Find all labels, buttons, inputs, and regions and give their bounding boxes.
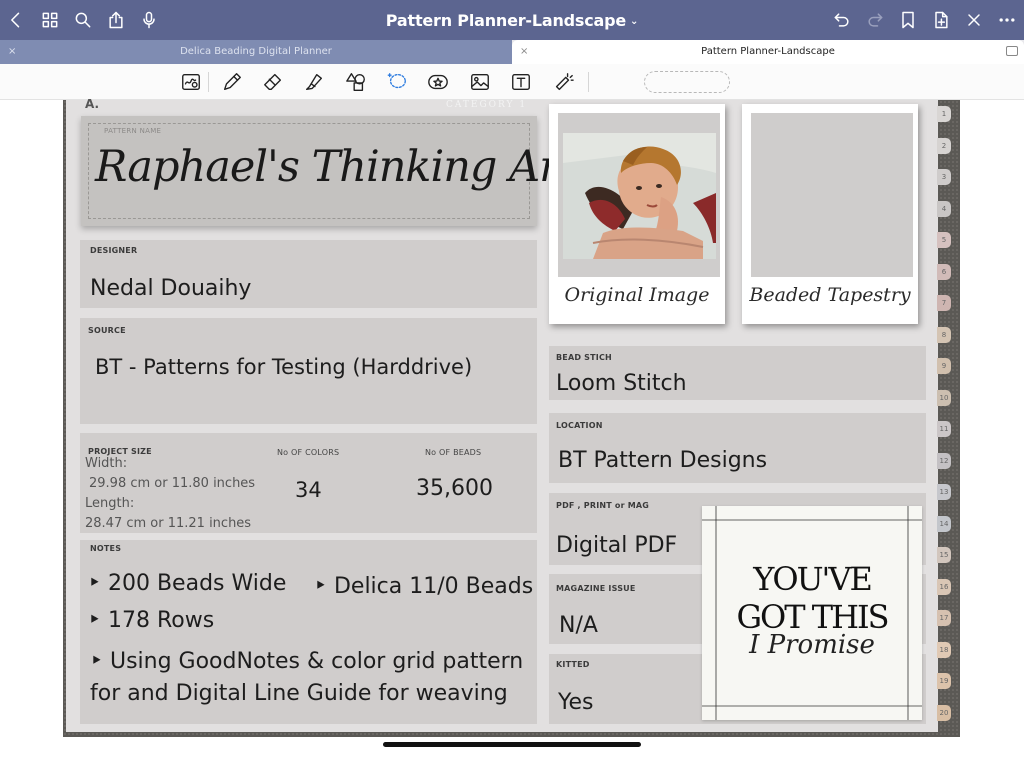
beads-value: 35,600: [416, 476, 493, 501]
bead-stitch-value: Loom Stitch: [556, 371, 687, 396]
tab-label: Pattern Planner-Landscape: [701, 46, 835, 57]
tab-delica-planner[interactable]: × Delica Beading Digital Planner: [0, 40, 512, 64]
magazine-issue-label: MAGAZINE ISSUE: [556, 584, 636, 593]
side-tab-17[interactable]: 17: [937, 610, 951, 626]
designer-label: DESIGNER: [90, 246, 138, 255]
side-tab-14[interactable]: 14: [937, 515, 951, 532]
length-value: 28.47 cm or 11.21 inches: [85, 516, 252, 531]
source-value: BT - Patterns for Testing (Harddrive): [95, 355, 473, 379]
side-tab-9[interactable]: 9: [937, 358, 951, 374]
home-indicator[interactable]: [383, 742, 641, 747]
side-tab-10[interactable]: 10: [937, 389, 951, 406]
read-mode-icon[interactable]: [179, 71, 203, 93]
colors-value: 34: [295, 478, 322, 502]
side-tab-13[interactable]: 13: [937, 484, 951, 500]
location-label: LOCATION: [556, 421, 603, 430]
kitted-label: KITTED: [556, 660, 590, 669]
pen-icon[interactable]: [220, 71, 244, 93]
undo-icon[interactable]: [830, 8, 854, 32]
toolbar-divider: [208, 72, 209, 92]
side-tab-15[interactable]: 15: [937, 547, 951, 563]
tab-label: Delica Beading Digital Planner: [180, 46, 332, 57]
kitted-value: Yes: [558, 690, 594, 715]
location-value: BT Pattern Designs: [558, 448, 768, 473]
chevron-down-icon: ⌄: [630, 16, 639, 27]
document-title-text: Pattern Planner-Landscape: [385, 11, 627, 30]
side-tab-20[interactable]: 20: [937, 704, 951, 721]
eraser-icon[interactable]: [261, 71, 285, 93]
image-icon[interactable]: [468, 71, 492, 93]
side-tab-4[interactable]: 4: [937, 200, 951, 217]
side-tab-5[interactable]: 5: [937, 232, 951, 248]
tool-bar: [0, 64, 1024, 100]
sidebar-toggle-icon[interactable]: [1006, 46, 1018, 56]
designer-value: Nedal Douaihy: [90, 276, 252, 301]
bookmark-icon[interactable]: [896, 8, 920, 32]
length-label: Length:: [85, 496, 135, 511]
project-size-label: PROJECT SIZE: [88, 447, 152, 456]
angel-painting-image: [563, 133, 716, 259]
beaded-tapestry-frame: [751, 113, 913, 277]
source-label: SOURCE: [88, 326, 126, 335]
quote-line-3: I Promise: [749, 630, 875, 660]
pattern-name-field[interactable]: PATTERN NAME Raphael's Thinking Angel: [81, 116, 631, 226]
original-image-frame: [558, 113, 720, 277]
original-image-caption: Original Image: [564, 284, 710, 306]
side-tab-1[interactable]: 1: [937, 106, 951, 122]
side-tab-18[interactable]: 18: [937, 641, 951, 658]
side-tab-8[interactable]: 8: [937, 326, 951, 343]
more-icon[interactable]: [995, 8, 1019, 32]
bead-stitch-label: BEAD STICH: [556, 353, 612, 362]
shapes-icon[interactable]: [344, 71, 368, 93]
quote-line-1: YOU'VE: [753, 560, 873, 598]
side-tab-19[interactable]: 19: [937, 673, 951, 689]
lasso-icon[interactable]: [385, 71, 409, 93]
side-tab-11[interactable]: 11: [937, 421, 951, 437]
selection-placeholder[interactable]: [644, 71, 730, 93]
tab-close-icon[interactable]: ×: [520, 40, 528, 64]
note-item: ‣ Delica 11/0 Beads: [314, 574, 534, 599]
tab-pattern-planner[interactable]: × Pattern Planner-Landscape: [512, 40, 1024, 64]
highlighter-icon[interactable]: [302, 71, 326, 93]
note-item: for and Digital Line Guide for weaving: [90, 681, 508, 706]
note-item: ‣ Using GoodNotes & color grid pattern: [90, 649, 524, 674]
category-label: Category 1: [446, 100, 528, 110]
magazine-issue-value: N/A: [559, 613, 598, 638]
navigation-bar: Pattern Planner-Landscape ⌄: [0, 0, 1024, 40]
width-value: 29.98 cm or 11.80 inches: [89, 476, 256, 491]
add-page-icon[interactable]: [929, 8, 953, 32]
side-tab-3[interactable]: 3: [937, 169, 951, 185]
notes-label: NOTES: [90, 544, 122, 553]
tab-close-icon[interactable]: ×: [8, 40, 16, 64]
side-tab-7[interactable]: 7: [937, 295, 951, 311]
toolbar-divider: [588, 72, 589, 92]
page-letter: A.: [85, 97, 100, 111]
colors-label: No OF COLORS: [277, 448, 340, 457]
note-item: ‣ 178 Rows: [88, 608, 215, 633]
sticker-icon[interactable]: [426, 71, 450, 93]
beads-label: No OF BEADS: [425, 448, 482, 457]
beaded-tapestry-card[interactable]: Beaded Tapestry: [742, 104, 918, 324]
side-tab-6[interactable]: 6: [937, 263, 951, 280]
original-image-card[interactable]: Original Image: [549, 104, 725, 324]
text-box-icon[interactable]: [509, 71, 533, 93]
month-side-tabs: 1 2 3 4 5 6 7 8 9 10 11 12 13 14 15 16 17 18 19 20: [937, 100, 951, 732]
pdf-print-mag-label: PDF , PRINT or MAG: [556, 501, 650, 510]
side-tab-12[interactable]: 12: [937, 452, 951, 469]
document-tabs: × Delica Beading Digital Planner × Patte…: [0, 40, 1024, 64]
width-label: Width:: [85, 456, 128, 471]
beaded-tapestry-caption: Beaded Tapestry: [749, 284, 911, 306]
note-item: ‣ 200 Beads Wide: [88, 571, 287, 596]
side-tab-2[interactable]: 2: [937, 137, 951, 154]
laser-pointer-icon[interactable]: [551, 71, 575, 93]
pattern-name-label: PATTERN NAME: [104, 127, 162, 135]
close-icon[interactable]: [962, 8, 986, 32]
redo-icon[interactable]: [863, 8, 887, 32]
side-tab-16[interactable]: 16: [937, 578, 951, 595]
pdf-print-mag-value: Digital PDF: [556, 533, 678, 558]
motivational-quote-card[interactable]: YOU'VE GOT THIS I Promise: [702, 506, 922, 720]
